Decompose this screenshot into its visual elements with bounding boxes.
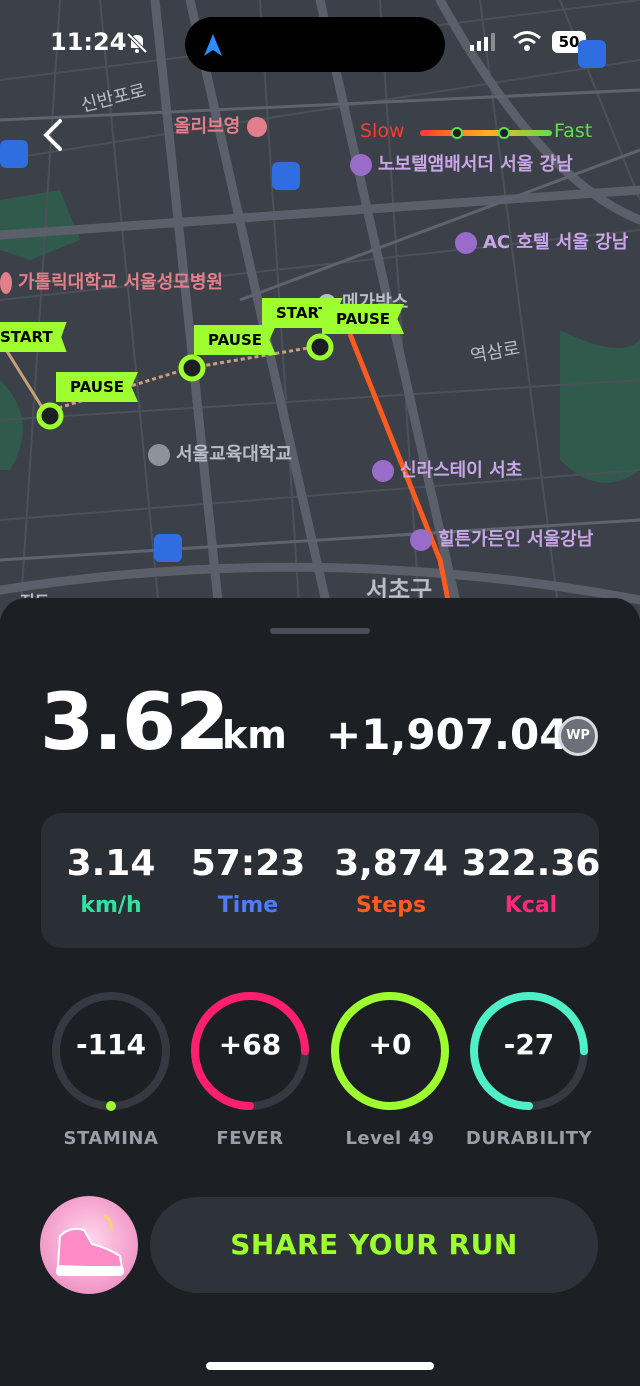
stat-label: Kcal <box>504 893 558 918</box>
stamina-ring: -114 <box>50 990 172 1112</box>
distance-unit: km <box>222 713 287 757</box>
stat-value: 3,874 <box>334 843 448 884</box>
sheet-grabber[interactable] <box>270 628 370 634</box>
stamina-label: STAMINA <box>63 1128 159 1149</box>
fever-label: FEVER <box>216 1128 284 1149</box>
share-run-button[interactable]: SHARE YOUR RUN <box>150 1197 598 1293</box>
distance-value: 3.62 <box>40 678 229 768</box>
level-label: Level 49 <box>345 1128 435 1149</box>
stat-value: 57:23 <box>190 843 306 884</box>
stat-value: 322.36 <box>461 843 601 884</box>
stat-label: km/h <box>80 893 142 918</box>
fever-ring: +68 <box>189 990 311 1112</box>
stat-label: Time <box>217 893 279 918</box>
durability-label: DURABILITY <box>465 1128 593 1149</box>
route-map[interactable]: 11:24 50 Slow Fast 신반포로 올리브영 노보텔앰배서더 서울 … <box>0 0 640 620</box>
route-flag-pause: PAUSE <box>194 325 276 355</box>
route-marker <box>306 333 334 361</box>
route-marker <box>36 402 64 430</box>
level-value: +0 <box>368 1028 412 1061</box>
sneaker-avatar[interactable] <box>40 1196 138 1294</box>
level-ring: +0 <box>329 990 451 1112</box>
stat-label: Steps <box>355 893 427 918</box>
sneaker-icon <box>56 1214 124 1276</box>
durability-value: -27 <box>503 1028 555 1061</box>
home-indicator <box>206 1362 434 1370</box>
route-flag-pause: PAUSE <box>322 304 404 334</box>
route-flag-pause: PAUSE <box>56 372 138 402</box>
wp-earned: +1,907.04 <box>326 710 569 759</box>
route-marker <box>178 354 206 382</box>
stamina-value: -114 <box>75 1028 147 1061</box>
fever-value: +68 <box>218 1028 282 1061</box>
durability-ring: -27 <box>468 990 590 1112</box>
stat-value: 3.14 <box>66 843 156 884</box>
route-flag-start: START <box>0 322 67 352</box>
wp-token-icon: WP <box>558 716 598 756</box>
stats-panel: 3.14 km/h 57:23 Time 3,874 Steps 322.36 … <box>41 813 601 948</box>
